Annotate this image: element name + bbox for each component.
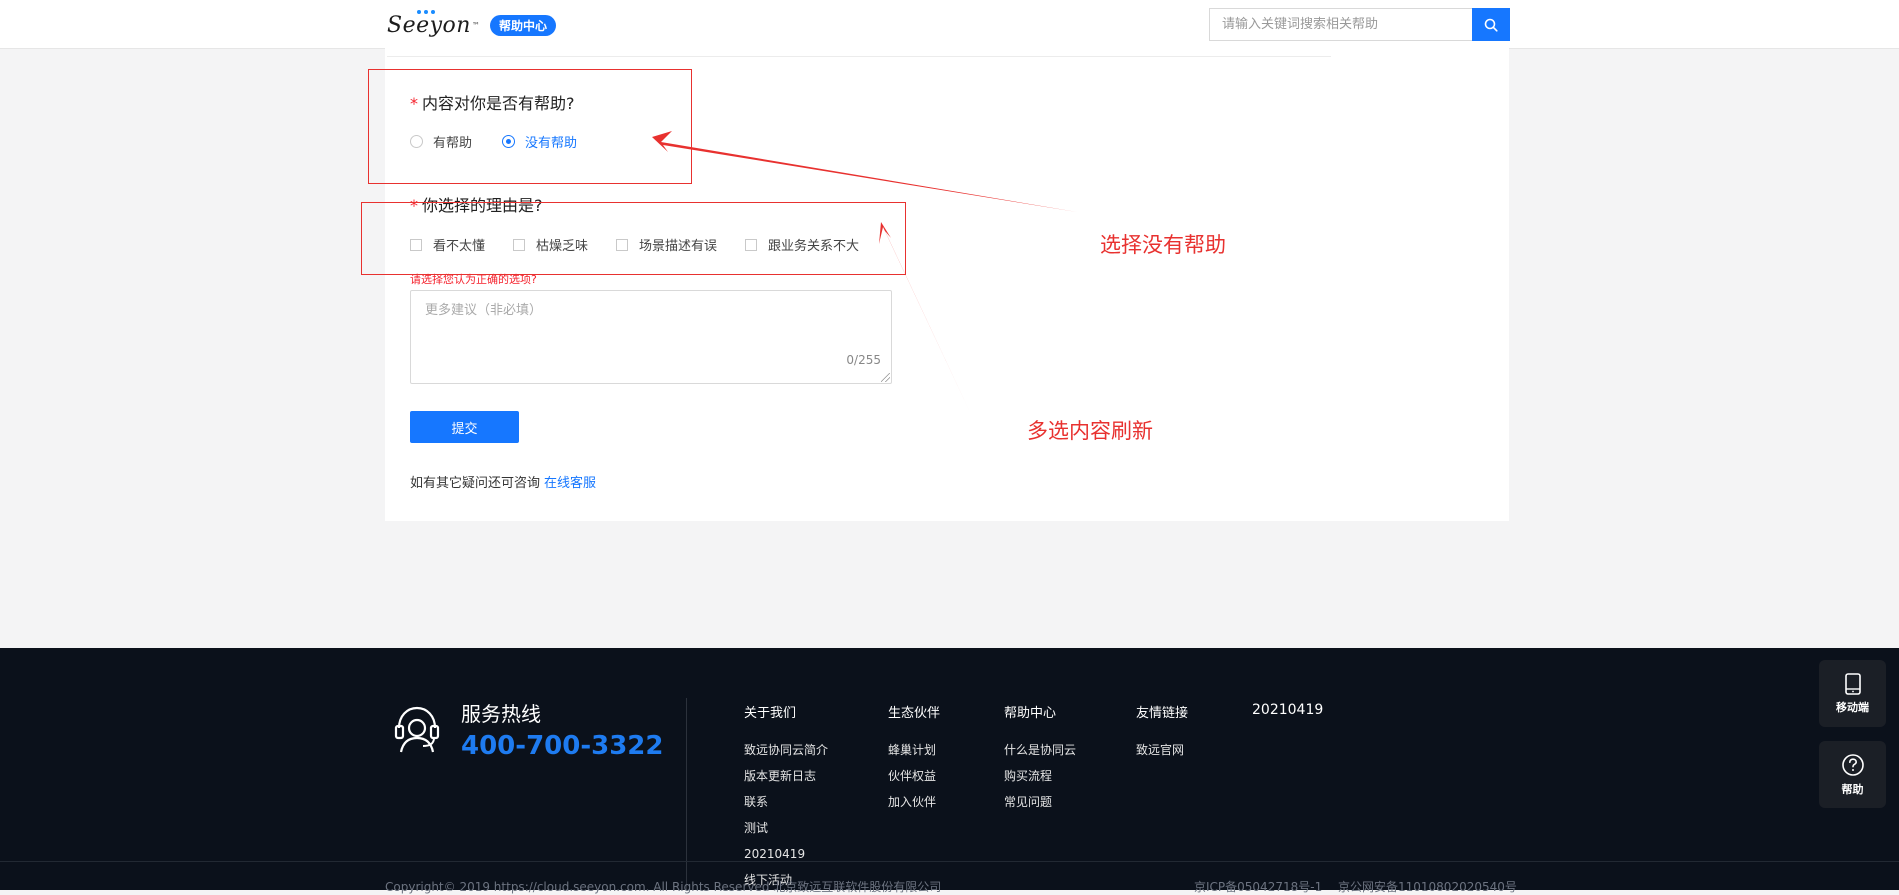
mobile-phone-icon	[1844, 672, 1861, 695]
footer-col-partners: 生态伙伴 蜂巢计划 伙伴权益 加入伙伴	[888, 702, 940, 815]
footer-link[interactable]: 测试	[744, 815, 828, 841]
police-record-link[interactable]: 京公网安备11010802020540号	[1338, 878, 1517, 895]
footer-link[interactable]: 蜂巢计划	[888, 737, 940, 763]
help-float-button[interactable]: 帮助	[1819, 741, 1886, 808]
footer-col-title: 20210419	[1252, 702, 1324, 718]
copyright-text: Copyright© 2019 https://cloud.seeyon.com…	[385, 880, 942, 894]
footer-col-about: 关于我们 致远协同云简介 版本更新日志 联系 测试 20210419 线下活动	[744, 702, 828, 893]
footer-col-title: 友情链接	[1136, 706, 1189, 721]
footer-link[interactable]: 加入伙伴	[888, 789, 940, 815]
footer-col-extra: 20210419	[1252, 702, 1323, 734]
footer-link[interactable]: 致远官网	[1136, 737, 1188, 763]
help-question-icon	[1841, 753, 1864, 776]
footer-col-links: 友情链接 致远官网	[1136, 702, 1188, 763]
footer-link[interactable]: 伙伴权益	[888, 763, 940, 789]
footer-link[interactable]: 20210419	[744, 841, 828, 867]
footer-link[interactable]: 什么是协同云	[1004, 737, 1076, 763]
site-footer: 服务热线 400-700-3322 关于我们 致远协同云简介 版本更新日志 联系…	[0, 648, 1899, 894]
help-label: 帮助	[1841, 782, 1864, 796]
arrow-to-reasons	[879, 222, 969, 410]
footer-link[interactable]: 常见问题	[1004, 789, 1076, 815]
footer-col-help: 帮助中心 什么是协同云 购买流程 常见问题	[1004, 702, 1076, 815]
annotation-note-select-not-helpful: 选择没有帮助	[1100, 233, 1226, 257]
hotline-title: 服务热线	[461, 702, 541, 726]
annotation-note-multiselect-refresh: 多选内容刷新	[1027, 419, 1153, 443]
mobile-label: 移动端	[1836, 700, 1869, 714]
footer-link[interactable]: 联系	[744, 789, 828, 815]
footer-col-title: 关于我们	[744, 706, 797, 721]
footer-col-title: 生态伙伴	[888, 706, 941, 721]
footer-bottom-divider	[0, 861, 1899, 862]
hotline-number: 400-700-3322	[461, 731, 664, 761]
mobile-float-button[interactable]: 移动端	[1819, 660, 1886, 727]
footer-link[interactable]: 致远协同云简介	[744, 737, 828, 763]
icp-link[interactable]: 京ICP备05042718号-1	[1194, 878, 1322, 895]
headset-icon	[394, 706, 440, 753]
footer-col-title: 帮助中心	[1004, 706, 1057, 721]
footer-link[interactable]: 版本更新日志	[744, 763, 828, 789]
footer-link[interactable]: 购买流程	[1004, 763, 1076, 789]
arrow-to-not-helpful	[652, 131, 1077, 212]
